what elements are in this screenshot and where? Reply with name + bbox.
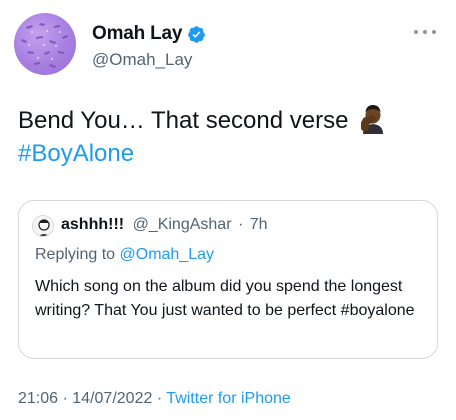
quoted-time[interactable]: 7h (250, 216, 268, 233)
tweet-body-text: Bend You… That second verse (18, 107, 349, 134)
meta-separator: · (156, 390, 163, 407)
tweet-source-link[interactable]: Twitter for iPhone (166, 390, 291, 407)
author-handle[interactable]: @Omah_Lay (92, 50, 192, 70)
replying-prefix: Replying to (35, 246, 116, 263)
author-avatar[interactable] (14, 13, 76, 75)
quoted-display-name[interactable]: ashhh!!! (61, 216, 124, 233)
tweet-time[interactable]: 21:06 (18, 390, 58, 407)
author-display-name[interactable]: Omah Lay (92, 23, 182, 45)
verified-badge-icon (188, 25, 206, 43)
more-dot-icon (432, 30, 436, 34)
author-name-row[interactable]: Omah Lay (92, 23, 206, 45)
more-options-button[interactable] (414, 24, 436, 40)
quoted-handle[interactable]: @_KingAshar (133, 216, 232, 233)
quoted-replying-to: Replying to @Omah_Lay (35, 246, 214, 264)
quoted-author-avatar[interactable] (32, 215, 54, 237)
more-dot-icon (414, 30, 418, 34)
man-facepalming-emoji-icon (361, 105, 384, 134)
tweet-meta: 21:06 · 14/07/2022 · Twitter for iPhone (18, 390, 291, 408)
tweet-hashtag[interactable]: #BoyAlone (18, 140, 134, 167)
quoted-separator: · (237, 216, 244, 233)
avatar-pattern-icon (21, 23, 68, 68)
more-dot-icon (423, 30, 427, 34)
tweet-text: Bend You… That second verse #BoyAlone (18, 104, 443, 170)
quoted-body-text: Which song on the album did you spend th… (35, 278, 415, 319)
replying-mention-link[interactable]: @Omah_Lay (120, 246, 215, 263)
quoted-avatar-icon (33, 216, 53, 236)
tweet-date[interactable]: 14/07/2022 (72, 390, 152, 407)
quoted-tweet-card[interactable]: ashhh!!! @_KingAshar · 7h Replying to @O… (18, 200, 438, 359)
quoted-header: ashhh!!! @_KingAshar · 7h (61, 216, 268, 234)
meta-separator: · (62, 390, 68, 407)
